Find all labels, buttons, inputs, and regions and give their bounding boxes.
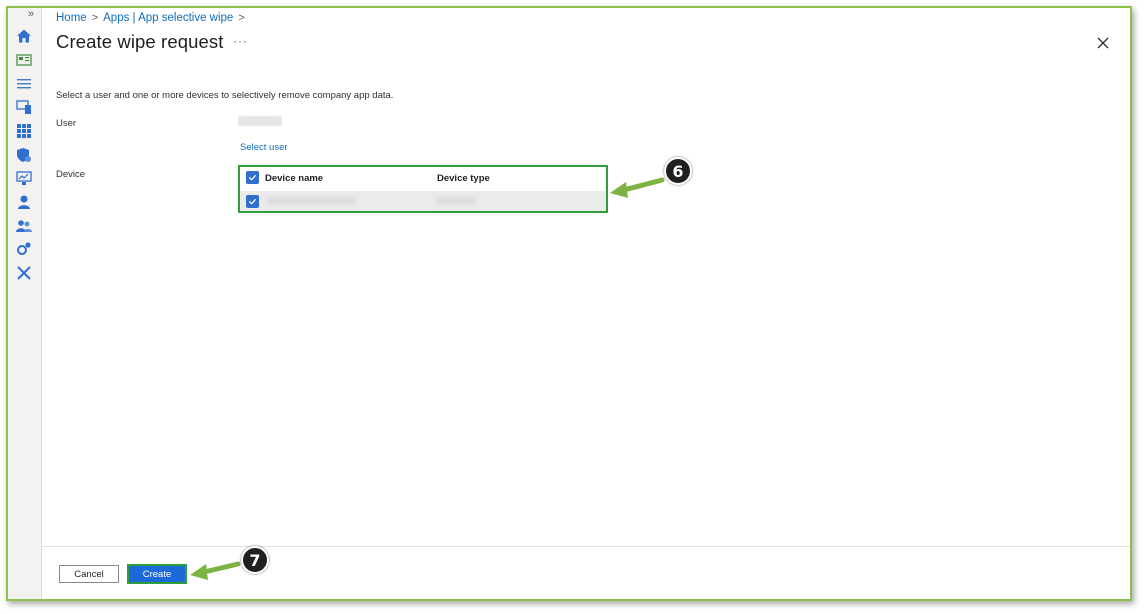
device-label: Device (56, 169, 86, 180)
step-callout-6: 6 (664, 157, 692, 185)
callout-arrow-icon (190, 561, 241, 580)
select-all-devices-checkbox[interactable] (246, 171, 259, 184)
step-callout-7: 7 (241, 546, 269, 574)
column-header-device-type[interactable]: Device type (437, 173, 490, 184)
device-table-header: Device name Device type (240, 167, 606, 190)
left-nav-rail: » (8, 8, 42, 599)
callout-arrow-icon (610, 177, 665, 198)
apps-icon[interactable] (16, 123, 32, 139)
device-table: Device name Device type (238, 165, 608, 213)
column-header-device-name[interactable]: Device name (265, 173, 323, 184)
users-icon[interactable] (16, 194, 32, 210)
groups-icon[interactable] (16, 218, 32, 234)
select-user-link[interactable]: Select user (240, 142, 288, 153)
devices-icon[interactable] (16, 99, 32, 115)
breadcrumb: Home > Apps | App selective wipe > (56, 12, 245, 24)
device-type-redacted (436, 197, 476, 205)
troubleshooting-icon[interactable] (16, 265, 32, 281)
page-description: Select a user and one or more devices to… (56, 90, 394, 101)
breadcrumb-app-selective-wipe-link[interactable]: Apps | App selective wipe (103, 12, 233, 24)
table-row[interactable] (240, 191, 606, 211)
dashboard-icon[interactable] (16, 52, 32, 68)
reports-icon[interactable] (16, 170, 32, 186)
breadcrumb-separator: > (91, 12, 99, 24)
tenant-admin-icon[interactable] (16, 241, 32, 257)
user-label: User (56, 118, 77, 129)
cancel-button[interactable]: Cancel (59, 565, 119, 583)
device-name-redacted (266, 197, 356, 205)
row-checkbox[interactable] (246, 195, 259, 208)
close-icon[interactable] (1096, 36, 1110, 50)
expand-nav-button[interactable]: » (28, 8, 34, 20)
more-options-button[interactable]: ··· (233, 34, 248, 48)
all-services-icon[interactable] (16, 76, 32, 92)
endpoint-security-icon[interactable] (16, 147, 32, 163)
breadcrumb-separator: > (238, 12, 245, 24)
breadcrumb-home-link[interactable]: Home (56, 12, 87, 24)
selected-user-value-redacted (238, 116, 282, 126)
window-frame: » Home > Apps | App selective wipe > Cre… (6, 6, 1132, 601)
home-icon[interactable] (16, 28, 32, 44)
create-button[interactable]: Create (127, 564, 187, 584)
page-title: Create wipe request (56, 31, 224, 52)
